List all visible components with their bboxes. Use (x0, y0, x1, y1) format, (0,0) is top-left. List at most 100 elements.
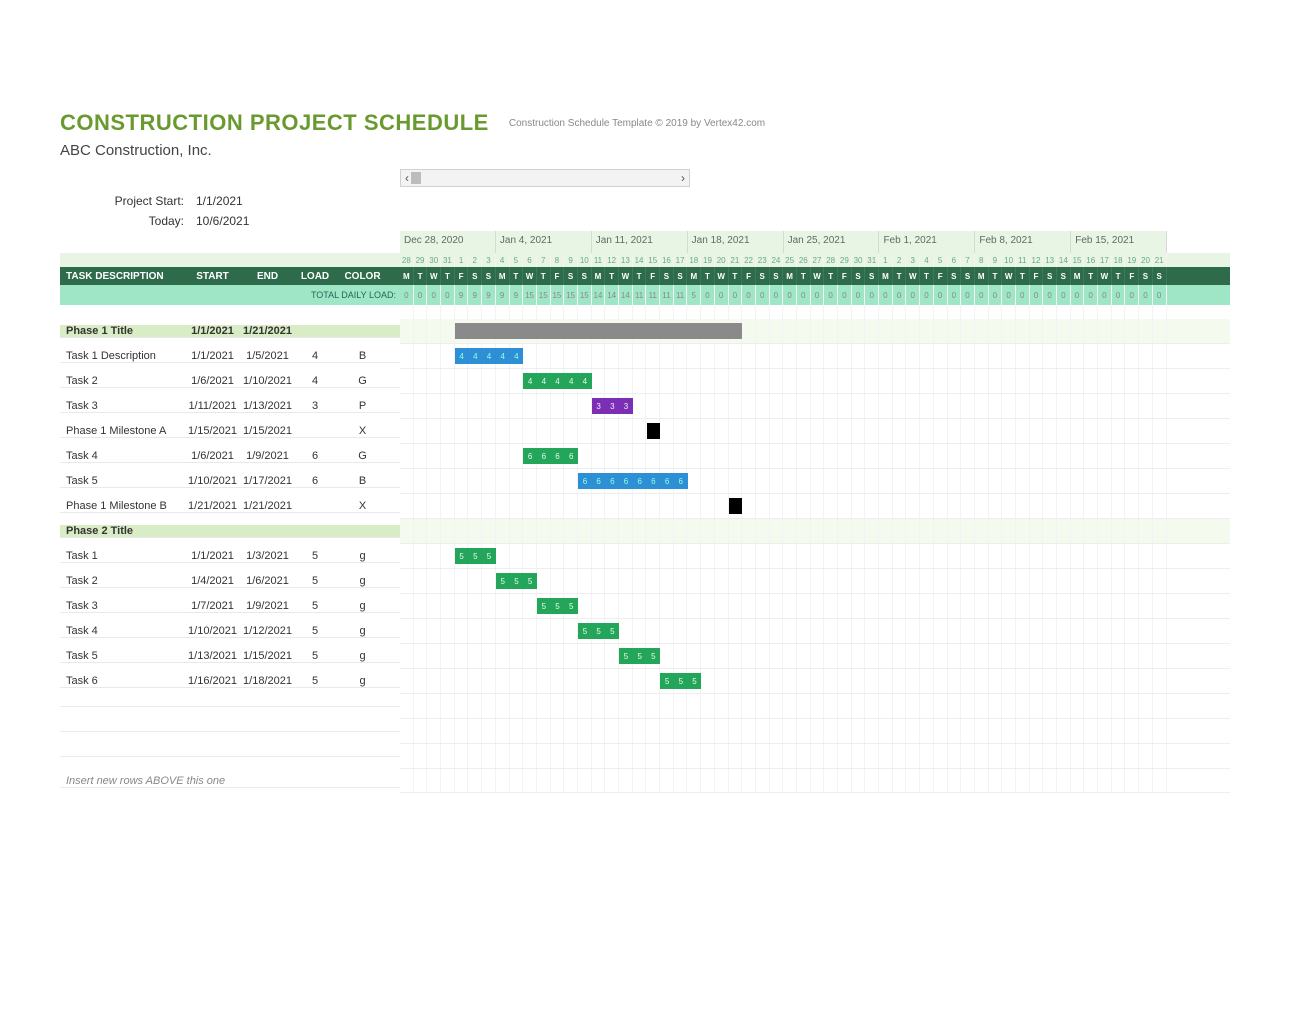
task-row[interactable]: Task 51/13/20211/15/20215g 555 (60, 644, 1230, 669)
task-description[interactable]: Task 1 (60, 550, 185, 562)
task-end[interactable]: 1/13/2021 (240, 400, 295, 412)
scroll-right-icon[interactable]: › (681, 171, 685, 185)
phase-row[interactable]: Phase 1 Title1/1/20211/21/2021 (60, 319, 1230, 344)
task-end[interactable]: 1/5/2021 (240, 350, 295, 362)
task-row[interactable]: Task 61/16/20211/18/20215g 555 (60, 669, 1230, 694)
gantt-bar[interactable]: 555 (578, 623, 619, 639)
scroll-thumb[interactable] (411, 172, 421, 184)
gantt-bar[interactable]: 555 (619, 648, 660, 664)
task-description[interactable]: Task 5 (60, 650, 185, 662)
task-description[interactable]: Phase 2 Title (60, 525, 185, 537)
gantt-bar[interactable]: 333 (592, 398, 633, 414)
task-start[interactable]: 1/6/2021 (185, 450, 240, 462)
task-end[interactable]: 1/15/2021 (240, 425, 295, 437)
task-load[interactable]: 5 (295, 625, 335, 637)
task-description[interactable]: Task 4 (60, 450, 185, 462)
task-end[interactable]: 1/17/2021 (240, 475, 295, 487)
task-color[interactable]: B (335, 350, 390, 362)
gantt-bar[interactable]: 6666 (523, 448, 578, 464)
gantt-bar[interactable] (647, 423, 661, 439)
task-description[interactable]: Task 2 (60, 575, 185, 587)
task-start[interactable]: 1/21/2021 (185, 500, 240, 512)
task-row[interactable]: Task 21/4/20211/6/20215g555 (60, 569, 1230, 594)
task-end[interactable]: 1/9/2021 (240, 600, 295, 612)
task-load[interactable]: 5 (295, 575, 335, 587)
task-start[interactable]: 1/1/2021 (185, 550, 240, 562)
task-color[interactable]: g (335, 600, 390, 612)
task-color[interactable]: X (335, 500, 390, 512)
task-end[interactable]: 1/18/2021 (240, 675, 295, 687)
task-color[interactable]: P (335, 400, 390, 412)
task-load[interactable]: 5 (295, 600, 335, 612)
timeline-scrollbar[interactable]: ‹ › (400, 169, 690, 187)
gantt-bar[interactable]: 44444 (455, 348, 524, 364)
blank-row[interactable] (60, 744, 1230, 769)
task-end[interactable]: 1/21/2021 (240, 500, 295, 512)
gantt-bar[interactable]: 555 (455, 548, 496, 564)
task-description[interactable]: Task 5 (60, 475, 185, 487)
task-end[interactable]: 1/9/2021 (240, 450, 295, 462)
task-load[interactable]: 4 (295, 375, 335, 387)
gantt-bar[interactable]: 66666666 (578, 473, 688, 489)
task-color[interactable]: B (335, 475, 390, 487)
task-color[interactable]: X (335, 425, 390, 437)
task-description[interactable]: Task 4 (60, 625, 185, 637)
task-start[interactable]: 1/15/2021 (185, 425, 240, 437)
task-color[interactable]: g (335, 625, 390, 637)
task-color[interactable]: g (335, 675, 390, 687)
task-row[interactable]: Phase 1 Milestone A1/15/20211/15/2021X (60, 419, 1230, 444)
task-start[interactable]: 1/16/2021 (185, 675, 240, 687)
phase-row[interactable]: Phase 2 Title (60, 519, 1230, 544)
project-start-value[interactable]: 1/1/2021 (190, 194, 243, 208)
task-start[interactable]: 1/13/2021 (185, 650, 240, 662)
scroll-left-icon[interactable]: ‹ (405, 171, 409, 185)
task-row[interactable]: Task 11/1/20211/3/20215g 555 (60, 544, 1230, 569)
task-description[interactable]: Phase 1 Milestone B (60, 500, 185, 512)
task-row[interactable]: Task 51/10/20211/17/20216B 66666666 (60, 469, 1230, 494)
gantt-bar[interactable]: 44444 (523, 373, 592, 389)
task-load[interactable]: 5 (295, 550, 335, 562)
task-load[interactable]: 5 (295, 675, 335, 687)
task-start[interactable]: 1/1/2021 (185, 350, 240, 362)
task-row[interactable]: Task 31/11/20211/13/20213P333 (60, 394, 1230, 419)
task-start[interactable]: 1/1/2021 (185, 325, 240, 337)
blank-row[interactable] (60, 694, 1230, 719)
gantt-bar[interactable] (455, 323, 743, 339)
task-description[interactable]: Task 2 (60, 375, 185, 387)
task-description[interactable]: Phase 1 Title (60, 325, 185, 337)
task-end[interactable]: 1/6/2021 (240, 575, 295, 587)
today-value[interactable]: 10/6/2021 (190, 214, 249, 228)
task-load[interactable]: 6 (295, 450, 335, 462)
task-row[interactable]: Task 41/6/20211/9/20216G 6666 (60, 444, 1230, 469)
task-row[interactable]: Task 41/10/20211/12/20215g 555 (60, 619, 1230, 644)
task-load[interactable]: 3 (295, 400, 335, 412)
task-start[interactable]: 1/10/2021 (185, 625, 240, 637)
task-end[interactable]: 1/3/2021 (240, 550, 295, 562)
task-description[interactable]: Phase 1 Milestone A (60, 425, 185, 437)
task-load[interactable]: 5 (295, 650, 335, 662)
task-start[interactable]: 1/4/2021 (185, 575, 240, 587)
task-description[interactable]: Task 1 Description (60, 350, 185, 362)
gantt-bar[interactable]: 555 (496, 573, 537, 589)
task-color[interactable]: G (335, 375, 390, 387)
task-color[interactable]: g (335, 550, 390, 562)
blank-row[interactable] (60, 719, 1230, 744)
gantt-bar[interactable] (729, 498, 743, 514)
task-row[interactable]: Task 31/7/20211/9/20215g555 (60, 594, 1230, 619)
task-end[interactable]: 1/10/2021 (240, 375, 295, 387)
task-description[interactable]: Task 3 (60, 600, 185, 612)
task-end[interactable]: 1/12/2021 (240, 625, 295, 637)
task-row[interactable]: Task 1 Description1/1/20211/5/20214B4444… (60, 344, 1230, 369)
task-start[interactable]: 1/6/2021 (185, 375, 240, 387)
task-load[interactable]: 6 (295, 475, 335, 487)
task-start[interactable]: 1/10/2021 (185, 475, 240, 487)
task-end[interactable]: 1/15/2021 (240, 650, 295, 662)
task-description[interactable]: Task 6 (60, 675, 185, 687)
task-start[interactable]: 1/11/2021 (185, 400, 240, 412)
task-color[interactable]: g (335, 650, 390, 662)
task-start[interactable]: 1/7/2021 (185, 600, 240, 612)
task-color[interactable]: G (335, 450, 390, 462)
gantt-bar[interactable]: 555 (660, 673, 701, 689)
task-row[interactable]: Task 21/6/20211/10/20214G 44444 (60, 369, 1230, 394)
task-end[interactable]: 1/21/2021 (240, 325, 295, 337)
